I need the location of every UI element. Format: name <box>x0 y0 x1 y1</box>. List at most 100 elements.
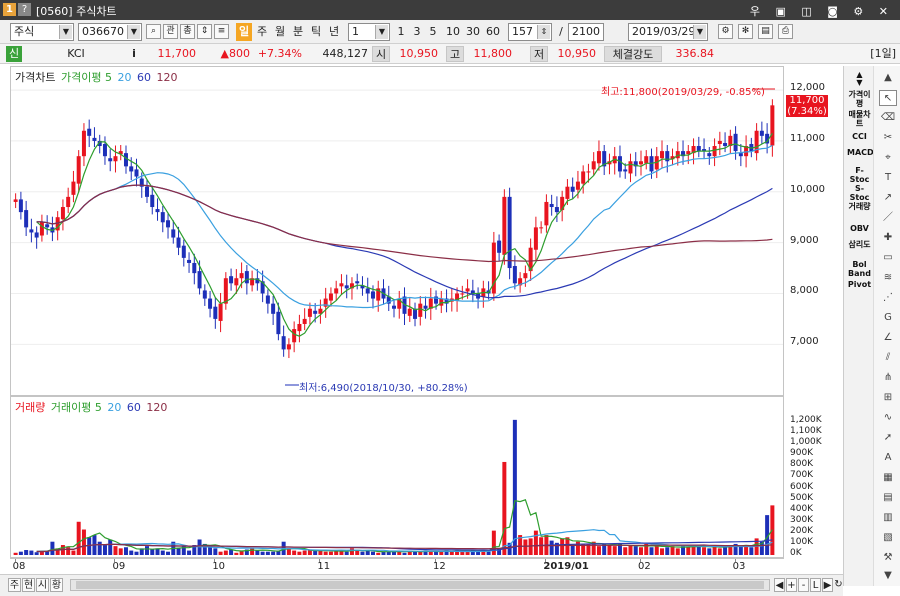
auto-icon[interactable]: A <box>879 450 897 466</box>
stepper-icon[interactable]: ⇕ <box>197 24 212 39</box>
line-icon[interactable]: ／ <box>879 210 897 226</box>
print-icon[interactable]: ⎙ <box>778 24 793 39</box>
fibonacci-icon[interactable]: ≋ <box>879 270 897 286</box>
toolbox-item-fstoc[interactable]: F-Stoc <box>847 166 872 184</box>
candle-body <box>244 271 249 284</box>
window-number-badge[interactable]: 1 <box>3 3 16 16</box>
eraser-icon[interactable]: ⌫ <box>879 110 897 126</box>
code-input[interactable]: 036670 ▼ <box>78 23 142 41</box>
toolbox-item-bollinger[interactable]: Bol Band <box>847 260 872 278</box>
quick-interval-1[interactable]: 1 <box>394 23 408 41</box>
price-change: ▲800 <box>220 47 250 60</box>
toolbox-item-ma[interactable]: 가격이평 <box>847 90 872 108</box>
quick-interval-5[interactable]: 5 <box>426 23 440 41</box>
trend-line-icon[interactable]: ↗ <box>879 190 897 206</box>
toolbox-item-psy[interactable]: 삼리도 <box>847 240 872 249</box>
tab-period-minute[interactable]: 분 <box>290 23 306 41</box>
nav-left-icon[interactable]: ◀ <box>774 578 785 592</box>
quick-interval-10[interactable]: 10 <box>444 23 462 41</box>
arrow-icon[interactable]: ➚ <box>879 430 897 446</box>
pitchfork-icon[interactable]: ⋔ <box>879 370 897 386</box>
rectangle-icon[interactable]: ▭ <box>879 250 897 266</box>
x-tick-mark <box>14 559 16 562</box>
toolbox-item-sstoc[interactable]: S-Stoc <box>847 184 872 202</box>
cursor-icon[interactable]: ↖ <box>879 90 897 106</box>
settings-icon[interactable]: ⚙ <box>718 24 733 39</box>
toolbox-up-icon[interactable]: ▲ <box>847 70 872 79</box>
grid-icon[interactable]: ⊞ <box>879 390 897 406</box>
cross-icon[interactable]: ✚ <box>879 230 897 246</box>
wave-icon[interactable]: ∿ <box>879 410 897 426</box>
document-icon[interactable]: ▤ <box>879 490 897 506</box>
tab-period-year[interactable]: 년 <box>326 23 342 41</box>
count-stepper[interactable]: 157 ⇕ <box>508 23 552 41</box>
tab-period-month[interactable]: 월 <box>272 23 288 41</box>
stepper-arrows-icon[interactable]: ⇕ <box>537 25 550 39</box>
quick-interval-60[interactable]: 60 <box>484 23 502 41</box>
chevron-down-icon[interactable]: ▼ <box>127 25 140 39</box>
fan-icon[interactable]: ⋰ <box>879 290 897 306</box>
bottom-btn-hyeon[interactable]: 현 <box>22 578 35 592</box>
price-tick-label: 12,000 <box>790 82 825 94</box>
toolbox-item-pivot[interactable]: Pivot <box>847 280 872 289</box>
gwan-button[interactable]: 관 <box>163 24 178 39</box>
nav-latest-icon[interactable]: L <box>810 578 821 592</box>
angle-icon[interactable]: ∠ <box>879 330 897 346</box>
x-tick-label: 03 <box>732 561 746 572</box>
chart-scrollbar[interactable] <box>70 579 770 591</box>
toolbox-item-volume[interactable]: 거래량 <box>847 202 872 211</box>
scroll-up-icon[interactable]: ▲ <box>879 70 897 86</box>
table-icon[interactable]: ▧ <box>879 530 897 546</box>
zoom-in-icon[interactable]: + <box>786 578 797 592</box>
chevron-down-icon[interactable]: ▼ <box>375 25 388 39</box>
quick-interval-30[interactable]: 30 <box>464 23 482 41</box>
candle-body <box>271 303 276 314</box>
candle-body <box>76 156 81 184</box>
scrollbar-thumb[interactable] <box>76 581 764 589</box>
toolbox-item-volume-profile[interactable]: 매물차트 <box>847 110 872 128</box>
bottom-btn-hwang[interactable]: 황 <box>50 578 63 592</box>
zoom-out-icon[interactable]: - <box>798 578 809 592</box>
toolbox-item-macd[interactable]: MACD <box>847 148 874 157</box>
gear-icon[interactable]: ✻ <box>738 24 753 39</box>
list-icon[interactable]: ≡ <box>214 24 229 39</box>
gann-icon[interactable]: G <box>879 310 897 326</box>
refresh-icon[interactable]: ↻ <box>834 578 843 592</box>
magnet-icon[interactable]: ⌖ <box>879 150 897 166</box>
chevron-down-icon[interactable]: ▼ <box>59 25 72 39</box>
price-chart-panel[interactable]: 가격차트 가격이평 5 20 60 120 최고:11,800(2019/03/… <box>10 66 784 396</box>
interval-select[interactable]: 1 ▼ <box>348 23 390 41</box>
save-icon[interactable]: ▤ <box>758 24 773 39</box>
volume-bar <box>24 550 29 555</box>
toolbox-item-cci[interactable]: CCI <box>847 132 872 141</box>
scroll-down-icon[interactable]: ▼ <box>879 568 897 584</box>
channel-icon[interactable]: ⫽ <box>879 350 897 366</box>
toolbox-down-icon[interactable]: ▼ <box>847 78 872 87</box>
chart-icon[interactable]: ▥ <box>879 510 897 526</box>
info-icon[interactable]: i <box>128 46 140 62</box>
text-icon[interactable]: T <box>879 170 897 186</box>
delete-icon[interactable]: ✂ <box>879 130 897 146</box>
nav-right-icon[interactable]: ▶ <box>822 578 833 592</box>
tab-period-week[interactable]: 주 <box>254 23 270 41</box>
candle-body <box>565 186 570 199</box>
chevron-down-icon[interactable]: ▼ <box>693 25 706 39</box>
tab-period-day[interactable]: 일 <box>236 23 252 41</box>
volume-bar <box>660 548 665 555</box>
date-select[interactable]: 2019/03/29 ▼ <box>628 23 708 41</box>
total-field[interactable]: 2100 <box>568 23 604 41</box>
window-control-icons[interactable]: 우 ▣ ◫ ◙ ⚙ ✕ <box>750 3 894 19</box>
bottom-btn-ju[interactable]: 주 <box>8 578 21 592</box>
volume-chart-panel[interactable]: 거래량 거래이평 5 20 60 120 <box>10 396 784 558</box>
candle-body <box>45 224 50 228</box>
tab-period-tick[interactable]: 틱 <box>308 23 324 41</box>
search-icon[interactable]: ⌕ <box>146 24 161 39</box>
toolbox-item-obv[interactable]: OBV <box>847 224 872 233</box>
chong-button[interactable]: 총 <box>180 24 195 39</box>
market-select[interactable]: 주식 ▼ <box>10 23 74 41</box>
tools-icon[interactable]: ⚒ <box>879 550 897 566</box>
help-icon[interactable]: ? <box>18 3 31 16</box>
quick-interval-3[interactable]: 3 <box>410 23 424 41</box>
bottom-btn-si[interactable]: 시 <box>36 578 49 592</box>
calendar-icon[interactable]: ▦ <box>879 470 897 486</box>
